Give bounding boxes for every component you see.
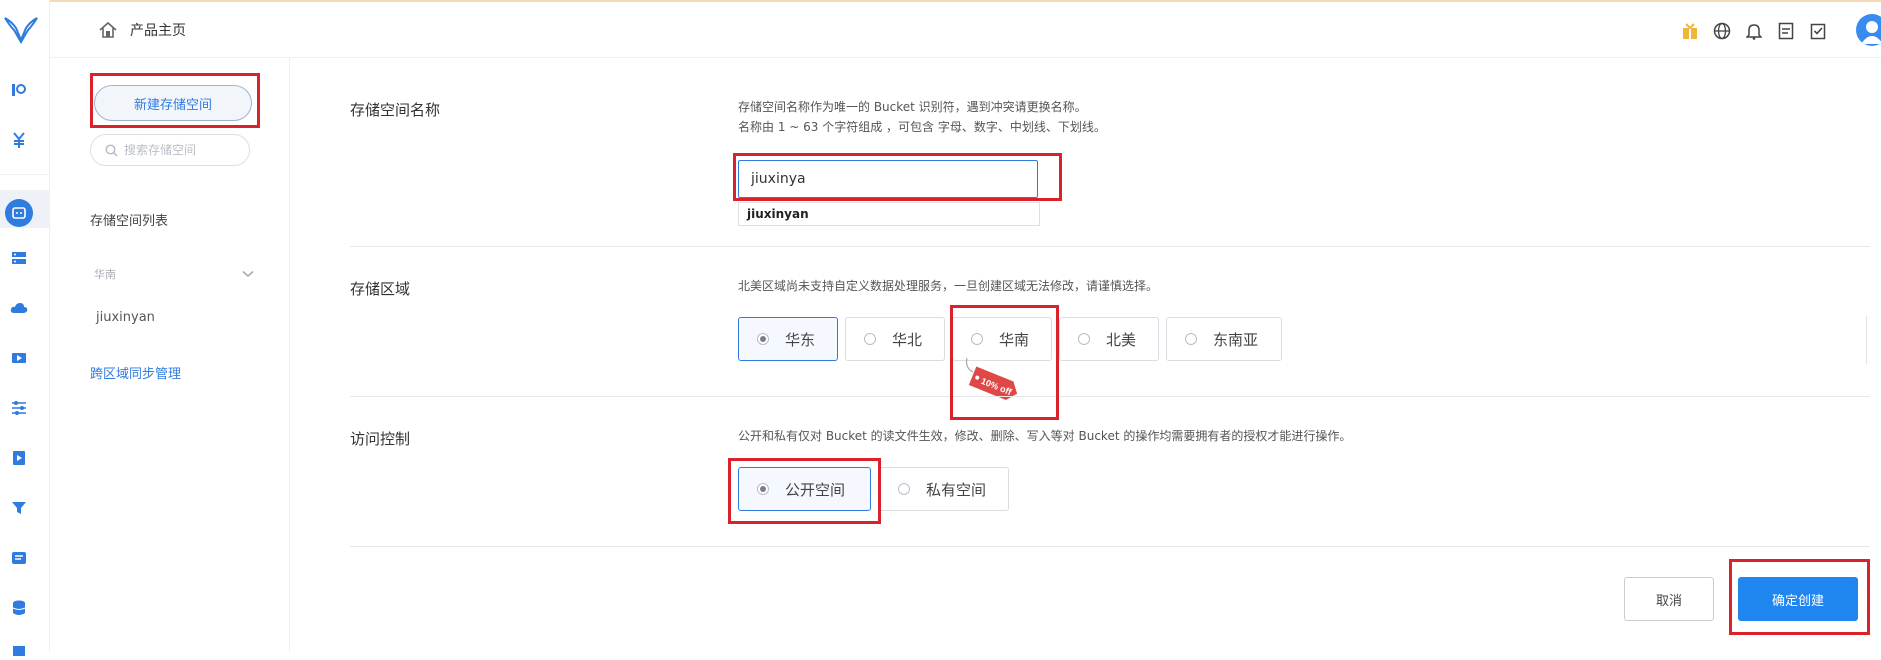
region-option-southeast-asia[interactable]: 东南亚 (1166, 317, 1282, 361)
section-divider (350, 396, 1870, 397)
radio-icon (864, 333, 876, 345)
access-control-label: 访问控制 (350, 430, 411, 448)
logo-icon[interactable] (2, 14, 40, 44)
globe-icon[interactable] (1712, 21, 1732, 41)
radio-icon (1078, 333, 1090, 345)
home-icon[interactable] (98, 20, 118, 40)
server-icon[interactable] (9, 248, 29, 268)
icon-rail (0, 0, 50, 656)
autocomplete-suggestion[interactable]: jiuxinyan (738, 202, 1040, 226)
confirm-create-button[interactable]: 确定创建 (1738, 577, 1858, 621)
region-option-east-china[interactable]: 华东 (738, 317, 838, 361)
bucket-list-item[interactable]: jiuxinyan (96, 310, 155, 325)
gift-icon[interactable] (1680, 21, 1700, 41)
database-icon[interactable] (9, 598, 29, 618)
region-label: 存储区域 (350, 280, 411, 298)
new-bucket-button[interactable]: 新建存储空间 (94, 85, 252, 121)
message-icon[interactable] (9, 548, 29, 568)
cancel-button[interactable]: 取消 (1624, 577, 1714, 621)
storage-icon[interactable] (5, 199, 33, 227)
region-option-north-china[interactable]: 华北 (845, 317, 945, 361)
document-icon[interactable] (1776, 21, 1796, 41)
radio-icon (971, 333, 983, 345)
section-divider (350, 246, 1870, 247)
radio-icon (898, 483, 910, 495)
bucket-search[interactable] (90, 134, 250, 166)
radio-icon (757, 333, 769, 345)
bucket-list-title: 存储空间列表 (90, 214, 169, 229)
video-icon[interactable] (9, 348, 29, 368)
radio-icon (757, 483, 769, 495)
access-option-private[interactable]: 私有空间 (879, 467, 1009, 511)
cross-region-sync-link[interactable]: 跨区域同步管理 (90, 363, 181, 382)
home-title[interactable]: 产品主页 (130, 20, 186, 40)
scroll-indicator (1866, 316, 1867, 364)
region-hint: 北美区域尚未支持自定义数据处理服务，一旦创建区域无法修改，请谨慎选择。 (738, 279, 1159, 293)
discount-tag-icon: 10% off (966, 358, 1018, 401)
region-option-south-china[interactable]: 华南 (952, 317, 1052, 361)
top-header: 产品主页 (50, 2, 1881, 58)
avatar[interactable] (1856, 14, 1881, 46)
region-group-label: 华南 (94, 268, 116, 281)
checklist-icon[interactable] (1808, 21, 1828, 41)
bell-icon[interactable] (1744, 21, 1764, 41)
rail-divider (0, 174, 50, 175)
bucket-sidebar: 新建存储空间 存储空间列表 华南 jiuxinyan 跨区域同步管理 (50, 58, 290, 652)
filter-icon[interactable] (9, 498, 29, 518)
search-icon (105, 143, 118, 157)
dashboard-icon[interactable] (9, 80, 29, 100)
bucket-name-input[interactable] (738, 160, 1038, 198)
header-icon-group (1680, 19, 1828, 43)
region-group-toggle[interactable]: 华南 (94, 264, 254, 284)
radio-icon (1185, 333, 1197, 345)
media-icon[interactable] (9, 448, 29, 468)
access-option-public[interactable]: 公开空间 (738, 467, 871, 511)
bucket-name-hint-2: 名称由 1 ~ 63 个字符组成 ，可包含 字母、数字、中划线、下划线。 (738, 120, 1106, 134)
access-control-hint: 公开和私有仅对 Bucket 的读文件生效，修改、删除、写入等对 Bucket … (738, 429, 1352, 443)
more-icon[interactable] (9, 640, 29, 660)
section-divider (350, 546, 1870, 547)
sliders-icon[interactable] (9, 398, 29, 418)
chevron-down-icon (242, 270, 254, 277)
bucket-name-label: 存储空间名称 (350, 101, 441, 119)
currency-icon[interactable] (9, 130, 29, 150)
bucket-name-hint-1: 存储空间名称作为唯一的 Bucket 识别符，遇到冲突请更换名称。 (738, 100, 1087, 114)
region-option-north-america[interactable]: 北美 (1059, 317, 1159, 361)
search-input[interactable] (124, 143, 244, 157)
cloud-icon[interactable] (9, 298, 29, 318)
